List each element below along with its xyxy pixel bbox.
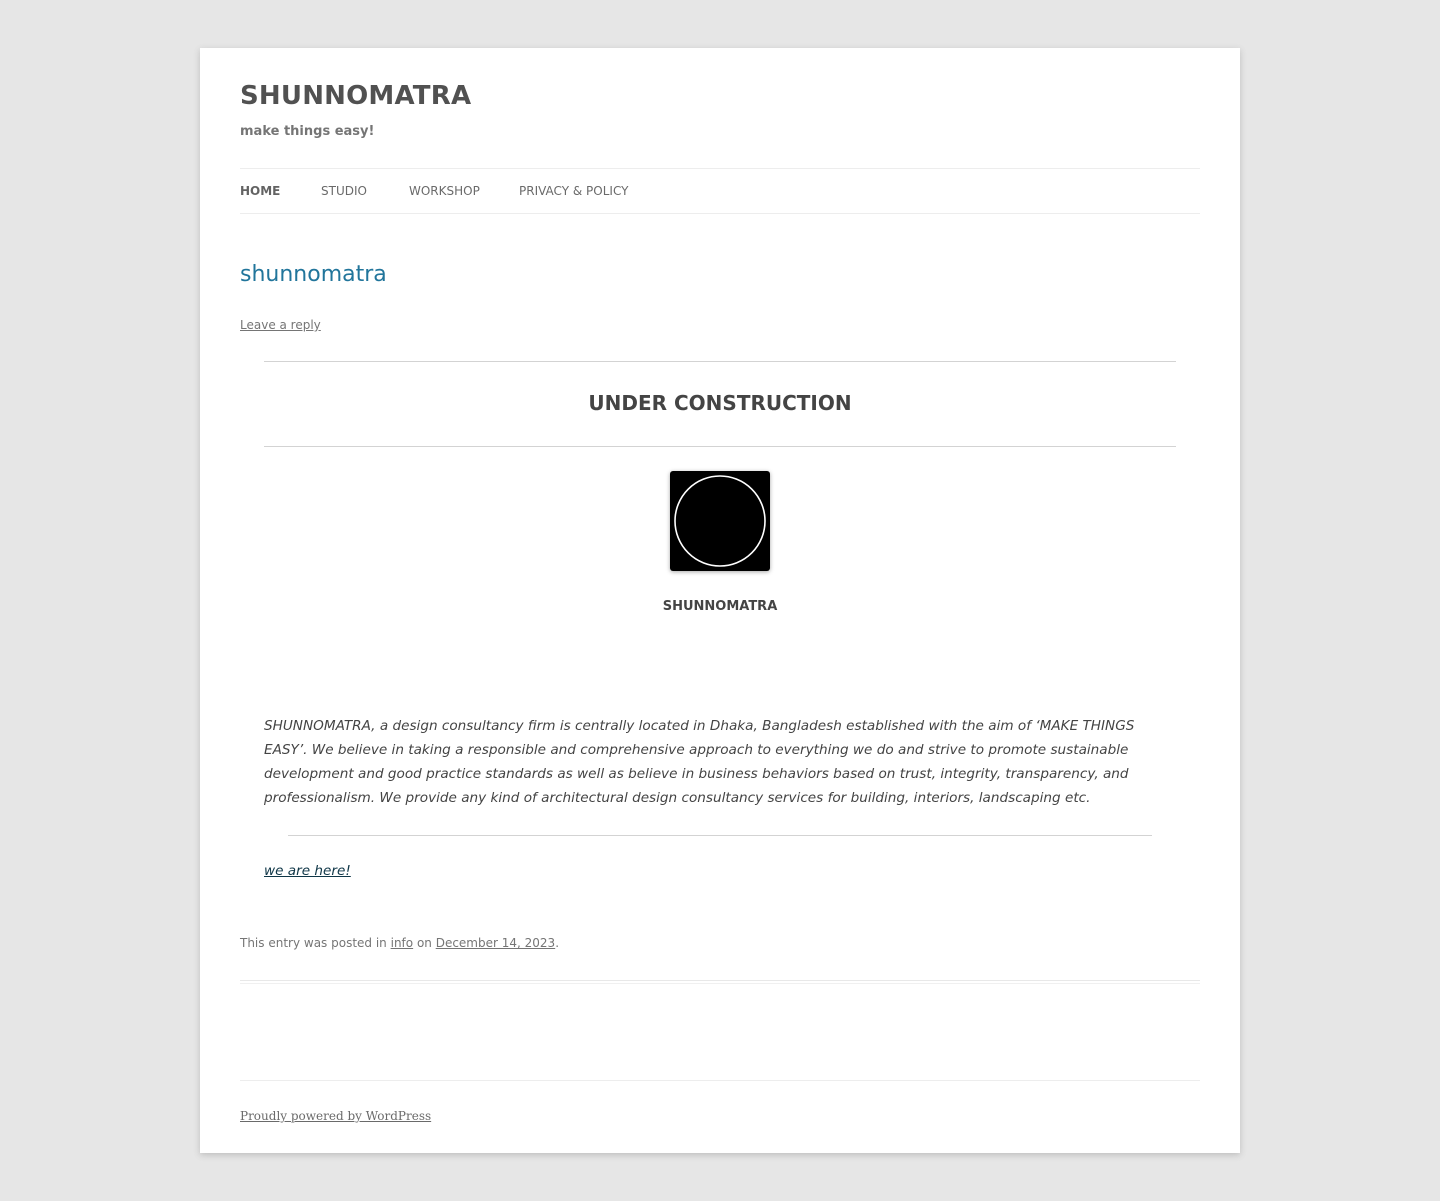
entry-divider bbox=[240, 980, 1200, 981]
site-tagline: make things easy! bbox=[240, 124, 375, 139]
logo-caption: SHUNNOMATRA bbox=[662, 599, 778, 614]
date-link[interactable]: December 14, 2023 bbox=[436, 936, 555, 950]
site-title[interactable]: SHUNNOMATRA bbox=[240, 78, 471, 114]
nav-item-privacy-policy[interactable]: PRIVACY & POLICY bbox=[519, 169, 628, 213]
nav-item-home[interactable]: HOME bbox=[240, 169, 280, 213]
site-container: SHUNNOMATRA make things easy! HOME STUDI… bbox=[200, 48, 1240, 1153]
leave-reply-link[interactable]: Leave a reply bbox=[240, 316, 321, 334]
footer-divider bbox=[240, 1080, 1200, 1081]
entry-meta-on: on bbox=[413, 936, 436, 950]
entry-meta: This entry was posted in info on Decembe… bbox=[240, 933, 559, 953]
main-navigation: HOME STUDIO WORKSHOP PRIVACY & POLICY bbox=[240, 168, 1200, 214]
separator-bottom bbox=[288, 835, 1152, 836]
under-construction-heading: UNDER CONSTRUCTION bbox=[588, 391, 852, 415]
separator-heading bbox=[264, 446, 1176, 447]
about-paragraph: SHUNNOMATRA, a design consultancy firm i… bbox=[264, 718, 1135, 806]
category-link[interactable]: info bbox=[391, 936, 414, 950]
logo-image bbox=[670, 471, 770, 571]
nav-item-studio[interactable]: STUDIO bbox=[321, 169, 367, 213]
logo-circle-icon bbox=[674, 475, 766, 567]
entry-divider-shadow bbox=[240, 983, 1200, 984]
entry-meta-suffix: . bbox=[555, 936, 560, 950]
entry-title[interactable]: shunnomatra bbox=[240, 256, 387, 294]
footer-credit-link[interactable]: Proudly powered by WordPress bbox=[240, 1106, 431, 1126]
entry-meta-prefix: This entry was posted in bbox=[240, 936, 391, 950]
nav-item-workshop[interactable]: WORKSHOP bbox=[409, 169, 480, 213]
separator-top bbox=[264, 361, 1176, 362]
we-are-here-link[interactable]: we are here! bbox=[264, 859, 351, 883]
